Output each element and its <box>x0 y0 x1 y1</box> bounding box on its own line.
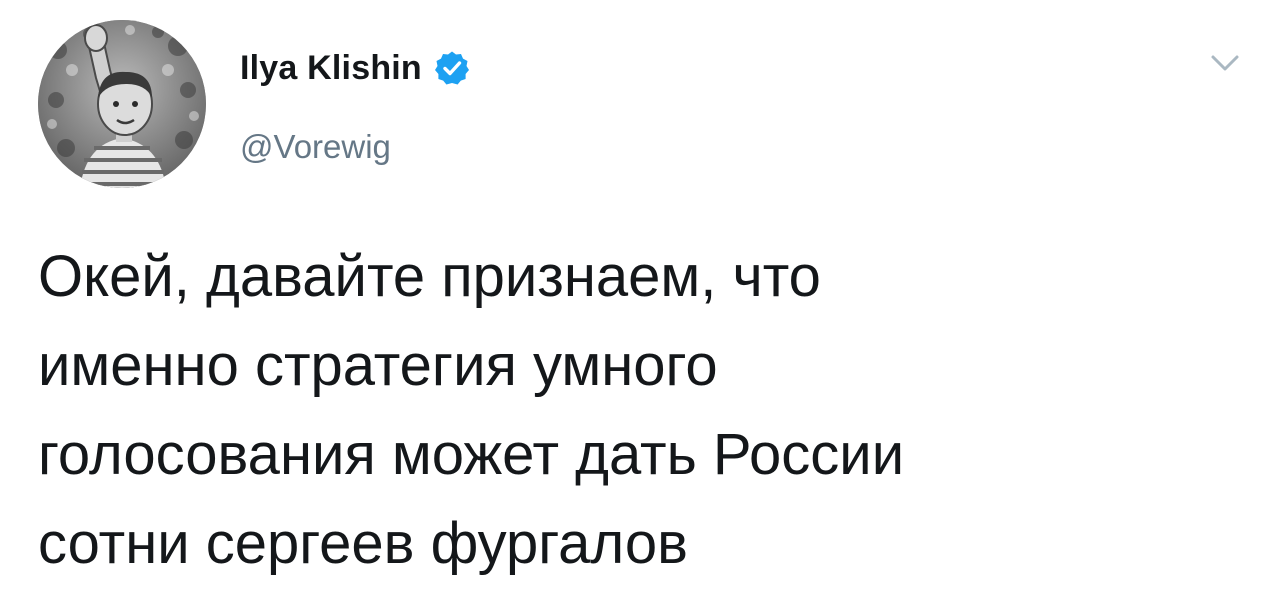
author-display-name[interactable]: Ilya Klishin <box>240 49 422 88</box>
tweet-text-line: именно стратегия умного <box>38 333 718 398</box>
tweet-text: Окей, давайте признаем, что именно страт… <box>38 232 1238 588</box>
chevron-down-icon[interactable] <box>1207 48 1243 78</box>
author-handle[interactable]: @Vorewig <box>240 128 391 166</box>
tweet-card: Ilya Klishin @Vorewig Окей, давайте приз… <box>0 0 1280 603</box>
author-avatar[interactable] <box>38 20 206 188</box>
verified-badge-icon <box>434 50 470 86</box>
tweet-text-line: голосования может дать России <box>38 422 905 487</box>
tweet-text-line: сотни сергеев фургалов <box>38 511 688 576</box>
author-name-row[interactable]: Ilya Klishin <box>240 46 470 90</box>
tweet-text-line: Окей, давайте признаем, что <box>38 244 821 309</box>
avatar-photo <box>38 20 206 188</box>
